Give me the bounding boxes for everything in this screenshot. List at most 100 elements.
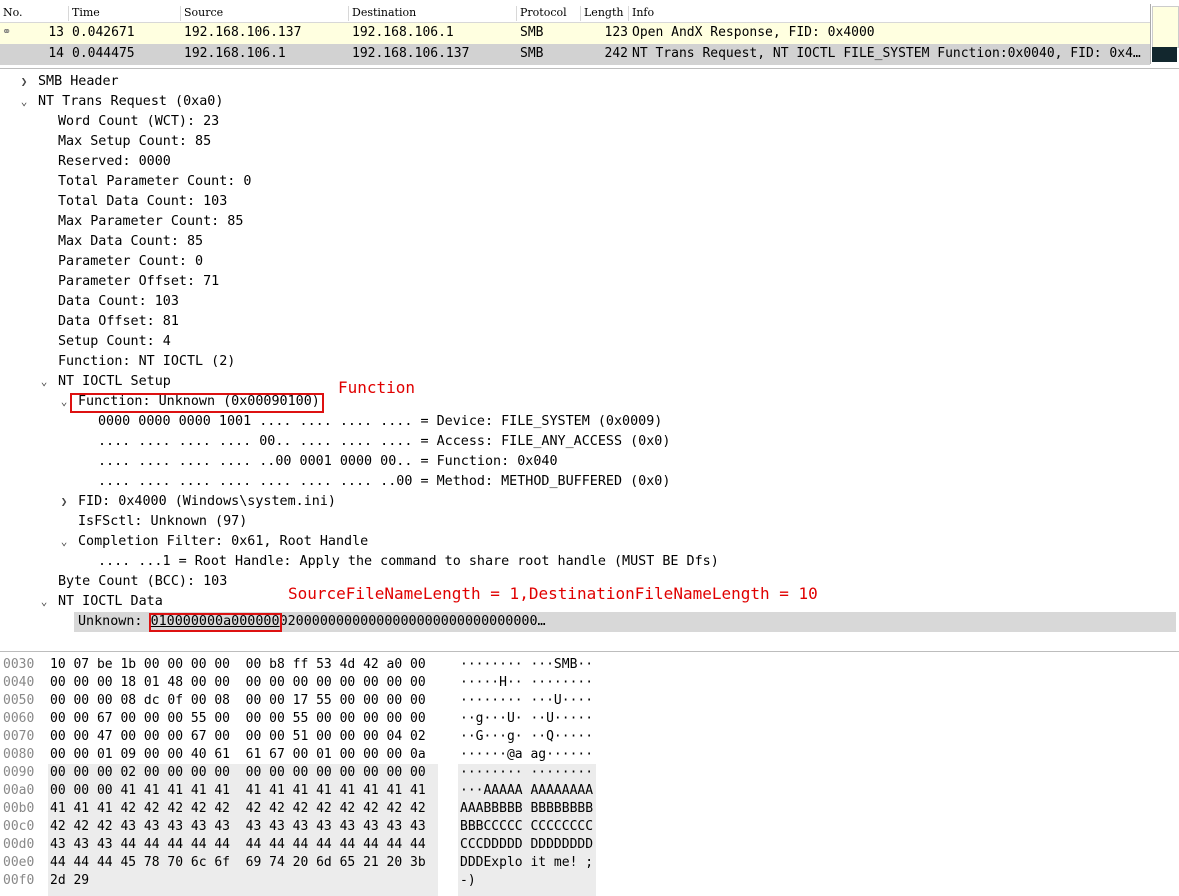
byte-ascii: ··G···g· ··Q····· [460,729,594,744]
tree-item[interactable]: Data Offset: 81 [0,312,1179,332]
tree-item-label: Max Setup Count: 85 [58,134,212,149]
packet-row-13[interactable]: ⚭ 13 0.042671 192.168.106.137 192.168.10… [0,23,1150,44]
packet-list-minimap-scrollbar[interactable] [1150,4,1179,64]
tree-item-smb-header[interactable]: ❯ SMB Header [0,72,1179,92]
chevron-down-icon[interactable]: ⌄ [18,92,30,112]
tree-item[interactable]: Reserved: 0000 [0,152,1179,172]
byte-ascii: BBBCCCCC CCCCCCCC [460,819,594,834]
byte-ascii: -) [460,873,476,888]
byte-offset: 0060 [3,711,35,726]
tree-item-label: Max Data Count: 85 [58,234,204,249]
chevron-down-icon[interactable]: ⌄ [58,532,70,552]
tree-item-label: Word Count (WCT): 23 [58,114,220,129]
bytes-row[interactable]: 00d0 43 43 43 44 44 44 44 44 44 44 44 44 … [0,836,1179,854]
bytes-row[interactable]: 00c0 42 42 42 43 43 43 43 43 43 43 43 43 … [0,818,1179,836]
tree-item[interactable]: Function: NT IOCTL (2) [0,352,1179,372]
tree-item[interactable]: .... ...1 = Root Handle: Apply the comma… [0,552,1179,572]
packet-details-tree[interactable]: ❯ SMB Header ⌄ NT Trans Request (0xa0) W… [0,70,1179,646]
bytes-row[interactable]: 00f0 2d 29 -) [0,872,1179,890]
chevron-down-icon[interactable]: ⌄ [58,392,70,412]
tree-item[interactable]: Word Count (WCT): 23 [0,112,1179,132]
tree-item-label: Reserved: 0000 [58,154,171,169]
column-header-protocol[interactable]: Protocol [516,6,567,21]
bytes-row[interactable]: 0080 00 00 01 09 00 00 40 61 61 67 00 01 … [0,746,1179,764]
byte-hex: 42 42 42 43 43 43 43 43 43 43 43 43 43 4… [50,819,426,834]
tree-item[interactable]: IsFSctl: Unknown (97) [0,512,1179,532]
tree-item-nt-trans-request[interactable]: ⌄ NT Trans Request (0xa0) [0,92,1179,112]
column-header-source[interactable]: Source [180,6,223,21]
byte-hex: 2d 29 [50,873,90,888]
column-header-info[interactable]: Info [628,6,654,21]
bytes-row[interactable]: 00b0 41 41 41 42 42 42 42 42 42 42 42 42 … [0,800,1179,818]
tree-item-label: Data Offset: 81 [58,314,179,329]
tree-item-completion-filter[interactable]: ⌄ Completion Filter: 0x61, Root Handle [0,532,1179,552]
byte-offset: 00f0 [3,873,35,888]
cell-time: 0.044475 [72,46,135,61]
cell-source: 192.168.106.137 [184,25,302,40]
packet-list[interactable]: No. Time Source Destination Protocol Len… [0,0,1179,69]
chevron-down-icon[interactable]: ⌄ [38,592,50,612]
byte-hex: 00 00 00 08 dc 0f 00 08 00 00 17 55 00 0… [50,693,426,708]
minimap-selected-segment [1152,47,1177,62]
bytes-row[interactable]: 0030 10 07 be 1b 00 00 00 00 00 b8 ff 53 … [0,656,1179,674]
packet-row-14[interactable]: 14 0.044475 192.168.106.1 192.168.106.13… [0,44,1150,65]
tree-item[interactable]: Parameter Count: 0 [0,252,1179,272]
tree-item-label: .... ...1 = Root Handle: Apply the comma… [98,554,719,569]
bytes-row[interactable]: 0090 00 00 00 02 00 00 00 00 00 00 00 00 … [0,764,1179,782]
bytes-row[interactable]: 0070 00 00 47 00 00 00 67 00 00 00 51 00 … [0,728,1179,746]
tree-item[interactable]: Data Count: 103 [0,292,1179,312]
bytes-row[interactable]: 00e0 44 44 44 45 78 70 6c 6f 69 74 20 6d … [0,854,1179,872]
tree-item[interactable]: Total Parameter Count: 0 [0,172,1179,192]
unknown-label: Unknown: [78,614,151,629]
bytes-row[interactable]: 0050 00 00 00 08 dc 0f 00 08 00 00 17 55 … [0,692,1179,710]
tree-item-label: NT Trans Request (0xa0) [38,94,224,109]
tree-item[interactable]: Max Setup Count: 85 [0,132,1179,152]
column-header-time[interactable]: Time [68,6,100,21]
tree-item-fid[interactable]: ❯ FID: 0x4000 (Windows\system.ini) [0,492,1179,512]
minimap-segment [1152,6,1179,48]
tree-item[interactable]: Parameter Offset: 71 [0,272,1179,292]
byte-ascii: ······@a ag······ [460,747,594,762]
tree-item[interactable]: .... .... .... .... ..00 0001 0000 00.. … [0,452,1179,472]
tree-item-label: Function: NT IOCTL (2) [58,354,236,369]
tree-item[interactable]: 0000 0000 0000 1001 .... .... .... .... … [0,412,1179,432]
byte-hex: 43 43 43 44 44 44 44 44 44 44 44 44 44 4… [50,837,426,852]
tree-item[interactable]: .... .... .... .... 00.. .... .... .... … [0,432,1179,452]
tree-item[interactable]: .... .... .... .... .... .... .... ..00 … [0,472,1179,492]
bytes-row[interactable]: 00a0 00 00 00 41 41 41 41 41 41 41 41 41 … [0,782,1179,800]
bytes-row[interactable]: 0060 00 00 67 00 00 00 55 00 00 00 55 00 … [0,710,1179,728]
chevron-right-icon[interactable]: ❯ [18,72,30,92]
tree-item-label: NT IOCTL Data [58,594,163,609]
tree-item[interactable]: Total Data Count: 103 [0,192,1179,212]
byte-offset: 00e0 [3,855,35,870]
byte-ascii: ··g···U· ··U····· [460,711,594,726]
byte-hex: 00 00 00 41 41 41 41 41 41 41 41 41 41 4… [50,783,426,798]
cell-protocol: SMB [520,46,544,61]
tree-item[interactable]: Max Parameter Count: 85 [0,212,1179,232]
chevron-right-icon[interactable]: ❯ [58,492,70,512]
cell-protocol: SMB [520,25,544,40]
tree-item-label: Setup Count: 4 [58,334,171,349]
annotation-lengths-label: SourceFileNameLength = 1,DestinationFile… [288,584,818,603]
chevron-down-icon[interactable]: ⌄ [38,372,50,392]
tree-item[interactable]: Setup Count: 4 [0,332,1179,352]
byte-hex: 00 00 00 02 00 00 00 00 00 00 00 00 00 0… [50,765,426,780]
byte-offset: 0040 [3,675,35,690]
byte-hex: 10 07 be 1b 00 00 00 00 00 b8 ff 53 4d 4… [50,657,426,672]
annotation-box-lengths [149,613,282,632]
column-header-destination[interactable]: Destination [348,6,416,21]
column-header-no[interactable]: No. [0,6,23,21]
tree-item-label: Byte Count (BCC): 103 [58,574,228,589]
byte-ascii: ········ ········ [460,765,594,780]
byte-hex: 44 44 44 45 78 70 6c 6f 69 74 20 6d 65 2… [50,855,426,870]
byte-hex: 41 41 41 42 42 42 42 42 42 42 42 42 42 4… [50,801,426,816]
annotation-function-label: Function [338,378,416,397]
column-header-length[interactable]: Length [580,6,623,21]
packet-bytes-pane[interactable]: 0030 10 07 be 1b 00 00 00 00 00 b8 ff 53 … [0,651,1179,896]
bytes-row[interactable]: 0040 00 00 00 18 01 48 00 00 00 00 00 00 … [0,674,1179,692]
cell-info: Open AndX Response, FID: 0x4000 [632,25,875,40]
cell-source: 192.168.106.1 [184,46,286,61]
tree-item[interactable]: Max Data Count: 85 [0,232,1179,252]
tree-item-nt-ioctl-setup[interactable]: ⌄ NT IOCTL Setup [0,372,1179,392]
packet-list-header: No. Time Source Destination Protocol Len… [0,4,1150,23]
